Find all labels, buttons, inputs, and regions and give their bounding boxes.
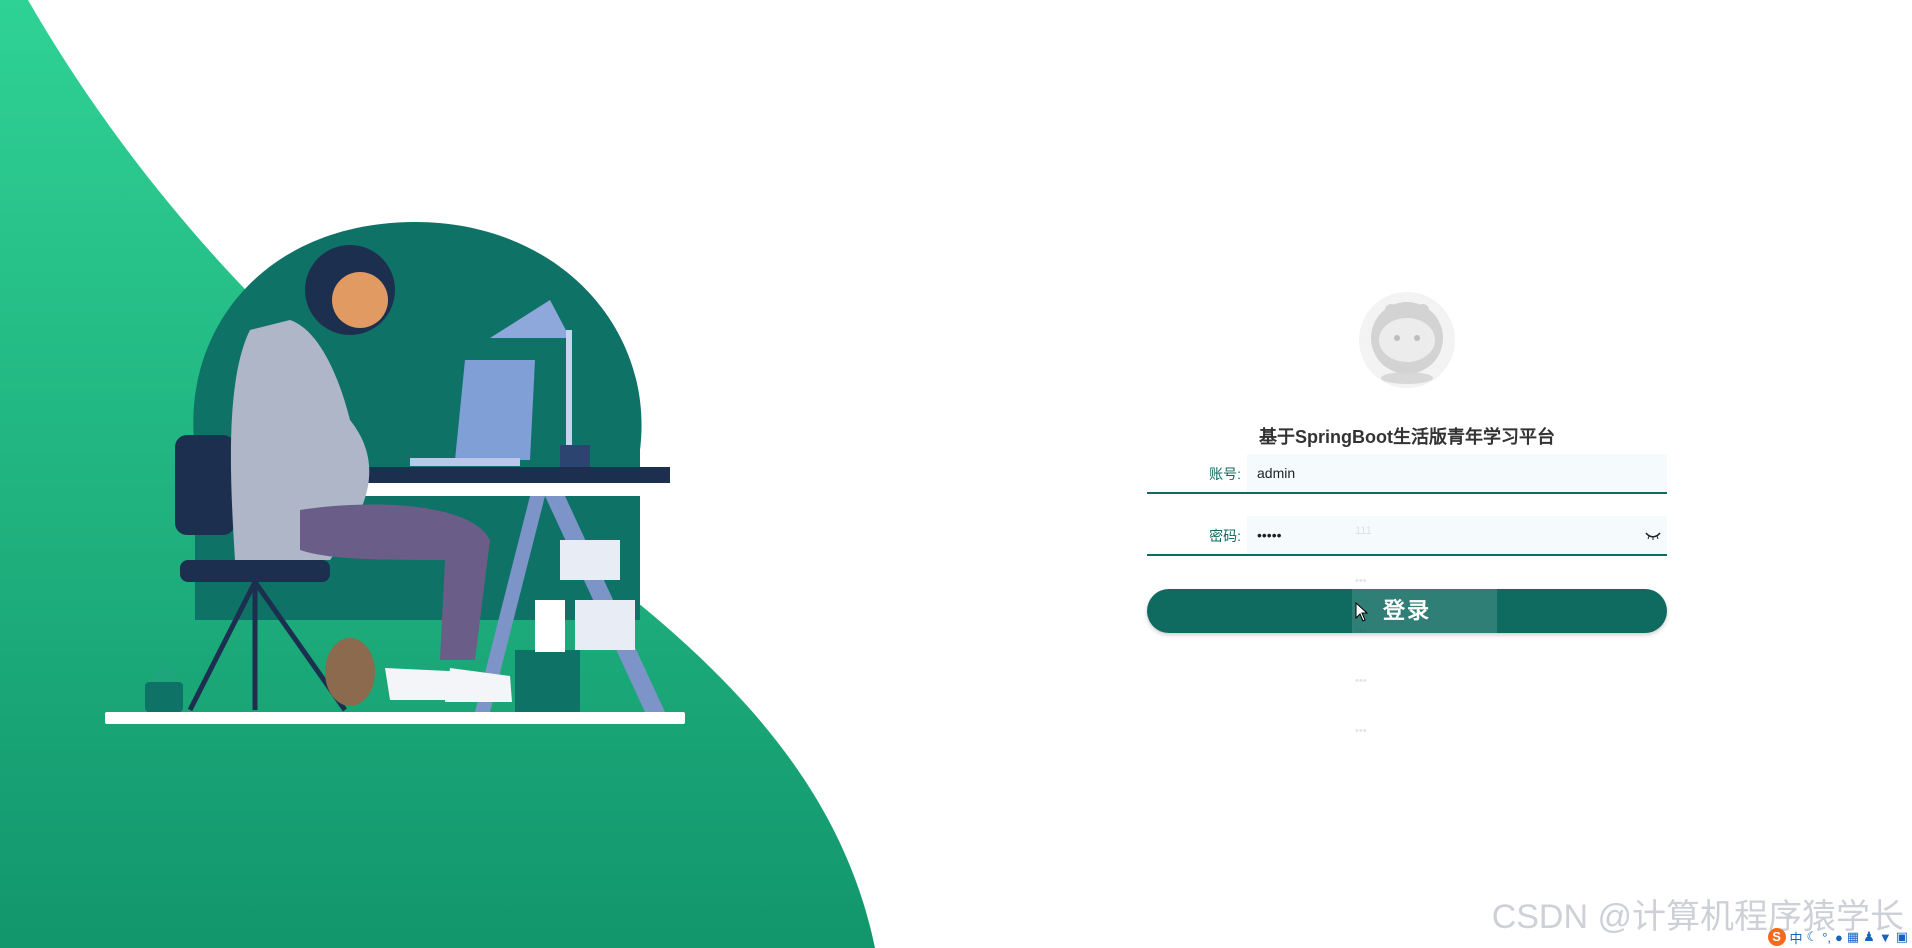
moon-icon[interactable]: ☾ [1807, 929, 1819, 945]
shirt-icon[interactable]: ▼ [1879, 930, 1892, 945]
microphone-icon[interactable]: ● [1835, 930, 1843, 945]
page-title: 基于SpringBoot生活版青年学习平台 [1259, 427, 1555, 447]
ghost-item: ••• [1355, 575, 1367, 587]
ime-toolbar: S 中 ☾ °, ● ▦ ♟ ▼ ▣ [1767, 928, 1908, 947]
account-label: 账号: [1209, 466, 1241, 482]
account-row: 账号: [1147, 454, 1667, 494]
ghost-item: 111 [1355, 525, 1372, 537]
password-label: 密码: [1209, 528, 1241, 544]
ghost-item: ••• [1355, 725, 1367, 737]
user-icon[interactable]: ♟ [1863, 929, 1875, 945]
mouse-cursor-icon [1355, 602, 1369, 622]
autofill-dropdown-ghost: 111 ••• ••• ••• ••• [1355, 525, 1495, 845]
sogou-logo-icon[interactable]: S [1767, 928, 1786, 946]
account-input[interactable] [1247, 454, 1667, 492]
robot-avatar-icon [1359, 292, 1455, 388]
ghost-item: ••• [1355, 675, 1367, 687]
ghost-item: ••• [1355, 625, 1367, 637]
grid-icon[interactable]: ▣ [1896, 929, 1908, 945]
keyboard-icon[interactable]: ▦ [1847, 929, 1859, 945]
ime-mode-label[interactable]: 中 [1790, 928, 1803, 947]
punctuation-icon[interactable]: °, [1822, 930, 1831, 945]
eye-closed-icon[interactable] [1645, 530, 1661, 540]
